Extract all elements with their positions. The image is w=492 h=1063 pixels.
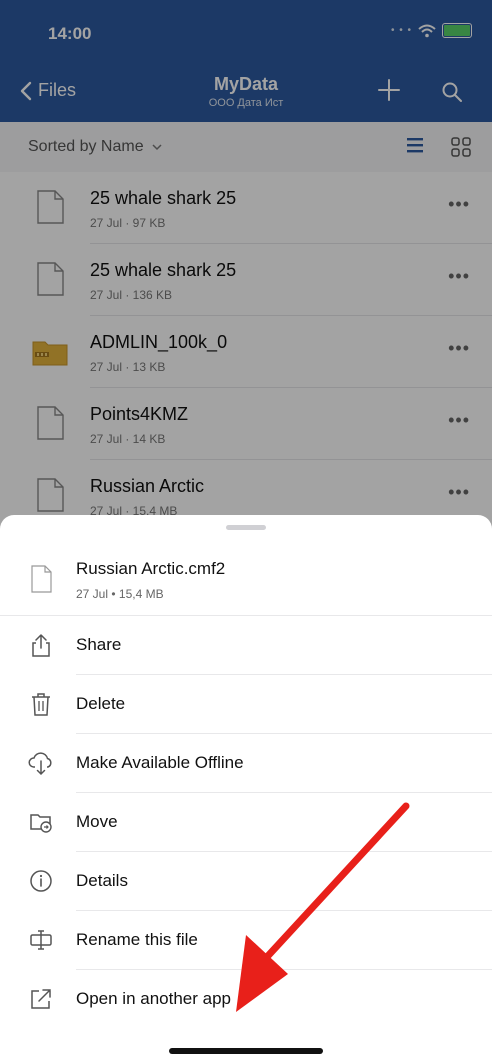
annotation-arrow-icon: [236, 802, 410, 1012]
